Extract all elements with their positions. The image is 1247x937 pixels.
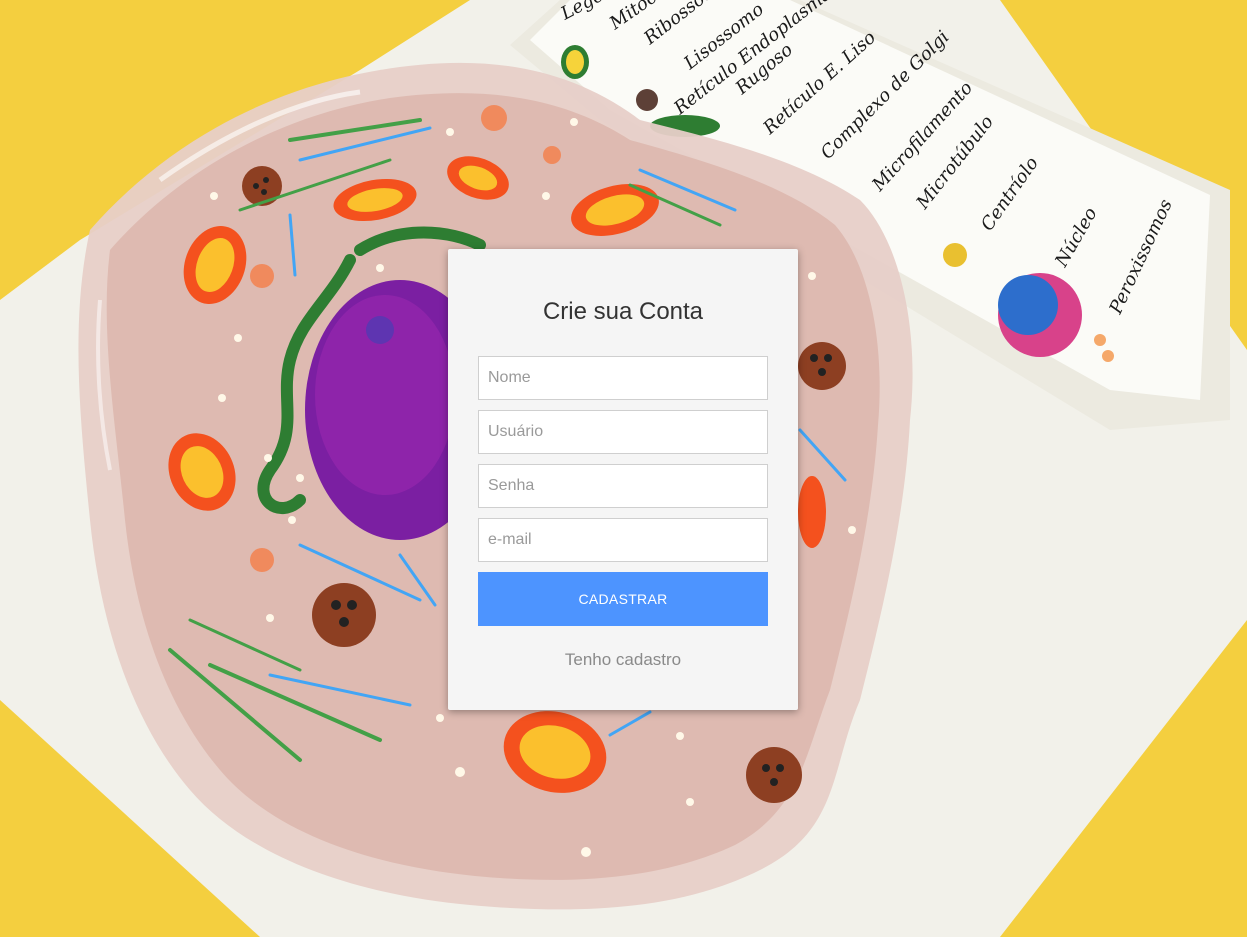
password-input[interactable]: [478, 464, 768, 508]
login-link[interactable]: Tenho cadastro: [478, 650, 768, 670]
form-title: Crie sua Conta: [542, 298, 704, 325]
username-input[interactable]: [478, 410, 768, 454]
register-button[interactable]: CADASTRAR: [478, 572, 768, 626]
page: Lege Mitoc Ribossomo Lisossomo Retículo …: [0, 0, 1247, 937]
name-input[interactable]: [478, 356, 768, 400]
signup-card: Crie sua Conta CADASTRAR Tenho cadastro: [448, 249, 798, 710]
email-input[interactable]: [478, 518, 768, 562]
signup-form: CADASTRAR: [478, 356, 768, 626]
